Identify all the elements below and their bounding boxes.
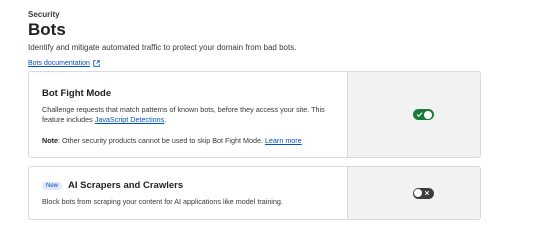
ai-scrapers-toggle[interactable] [412, 187, 434, 199]
bot-fight-mode-note: Note: Other security products cannot be … [42, 136, 334, 145]
bot-fight-mode-desc-suffix: . [164, 115, 167, 124]
ai-scrapers-description: Block bots from scraping your content fo… [42, 197, 283, 206]
ai-scrapers-card: New AI Scrapers and Crawlers Block bots … [28, 166, 481, 220]
ai-scrapers-content: New AI Scrapers and Crawlers Block bots … [29, 167, 347, 219]
ai-scrapers-toggle-panel [347, 167, 480, 219]
bot-fight-mode-content: Bot Fight Mode Challenge requests that m… [29, 72, 347, 157]
checkmark-icon [415, 110, 424, 119]
bot-fight-mode-card: Bot Fight Mode Challenge requests that m… [28, 71, 481, 158]
bot-fight-mode-title: Bot Fight Mode [42, 88, 112, 99]
bots-documentation-label: Bots documentation [28, 60, 90, 67]
bots-documentation-link[interactable]: Bots documentation [28, 60, 100, 67]
javascript-detections-link[interactable]: JavaScript Detections [95, 115, 165, 124]
page-title: Bots [28, 20, 66, 39]
bot-fight-mode-desc-text: Challenge requests that match patterns o… [42, 105, 325, 124]
new-badge: New [42, 181, 63, 190]
bot-fight-mode-toggle-panel [347, 72, 480, 157]
section-label: Security [28, 10, 60, 19]
close-icon [423, 189, 432, 198]
page-subtitle: Identify and mitigate automated traffic … [28, 43, 297, 52]
toggle-knob [414, 189, 422, 197]
ai-scrapers-title: AI Scrapers and Crawlers [68, 180, 184, 191]
external-link-icon [93, 60, 100, 67]
learn-more-link[interactable]: Learn more [265, 136, 302, 145]
note-text: : Other security products cannot be used… [57, 136, 265, 145]
note-label: Note [42, 136, 58, 145]
ai-scrapers-title-row: New AI Scrapers and Crawlers [42, 180, 334, 191]
bot-fight-mode-toggle[interactable] [412, 109, 434, 120]
bot-fight-mode-description: Challenge requests that match patterns o… [42, 105, 334, 125]
page-header: Security Bots Identify and mitigate auto… [28, 10, 296, 70]
toggle-knob [424, 110, 432, 119]
